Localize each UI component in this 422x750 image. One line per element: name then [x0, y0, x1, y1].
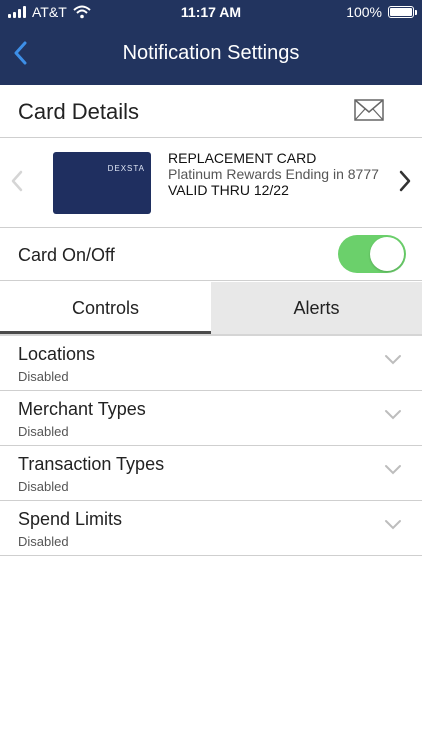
card-details-title: Card Details — [18, 99, 140, 124]
page-title: Notification Settings — [122, 42, 300, 64]
chevron-down-icon — [385, 355, 401, 365]
card-info: REPLACEMENT CARD Platinum Rewards Ending… — [168, 150, 388, 198]
status-right: 100% — [346, 4, 417, 20]
chevron-down-icon — [385, 520, 401, 530]
card-on-off-toggle[interactable] — [338, 235, 406, 273]
card-brand-logo: DEXSTA — [107, 164, 145, 173]
top-bar: AT&T 11:17 AM 100% Notification Settings — [0, 0, 422, 85]
toggle-knob — [370, 237, 404, 271]
list-item-status: Disabled — [18, 369, 69, 384]
card-toggle-row: Card On/Off — [0, 229, 422, 281]
status-bar: AT&T 11:17 AM 100% — [0, 0, 422, 24]
list-item-title: Merchant Types — [18, 399, 146, 419]
list-item-locations[interactable]: Locations Disabled — [0, 336, 422, 391]
card-valid-thru: VALID THRU 12/22 — [168, 182, 289, 198]
card-carousel: DEXSTA REPLACEMENT CARD Platinum Rewards… — [0, 138, 422, 228]
chevron-right-icon[interactable] — [396, 169, 414, 193]
list-item-status: Disabled — [18, 424, 69, 439]
chevron-down-icon — [385, 465, 401, 475]
chevron-down-icon — [385, 410, 401, 420]
battery-icon — [388, 6, 417, 18]
controls-list: Locations Disabled Merchant Types Disabl… — [0, 336, 422, 556]
card-description: Platinum Rewards Ending in 8777 — [168, 166, 379, 182]
list-item-status: Disabled — [18, 534, 69, 549]
list-item-merchant-types[interactable]: Merchant Types Disabled — [0, 391, 422, 446]
list-item-title: Transaction Types — [18, 454, 165, 474]
chevron-left-icon[interactable] — [8, 169, 26, 193]
list-item-spend-limits[interactable]: Spend Limits Disabled — [0, 501, 422, 556]
card-details-header: Card Details — [0, 85, 422, 138]
card-image[interactable]: DEXSTA — [53, 152, 151, 214]
tab-bar: Controls Alerts — [0, 282, 422, 334]
card-toggle-label: Card On/Off — [18, 245, 115, 265]
battery-label: 100% — [346, 4, 382, 20]
list-item-title: Spend Limits — [18, 509, 123, 529]
navigation-bar: Notification Settings — [0, 24, 422, 85]
tab-controls[interactable]: Controls — [0, 282, 211, 334]
mail-icon[interactable] — [354, 99, 384, 121]
list-item-transaction-types[interactable]: Transaction Types Disabled — [0, 446, 422, 501]
card-name: REPLACEMENT CARD — [168, 150, 317, 166]
tab-alerts[interactable]: Alerts — [211, 282, 422, 334]
list-item-title: Locations — [18, 344, 96, 364]
list-item-status: Disabled — [18, 479, 69, 494]
